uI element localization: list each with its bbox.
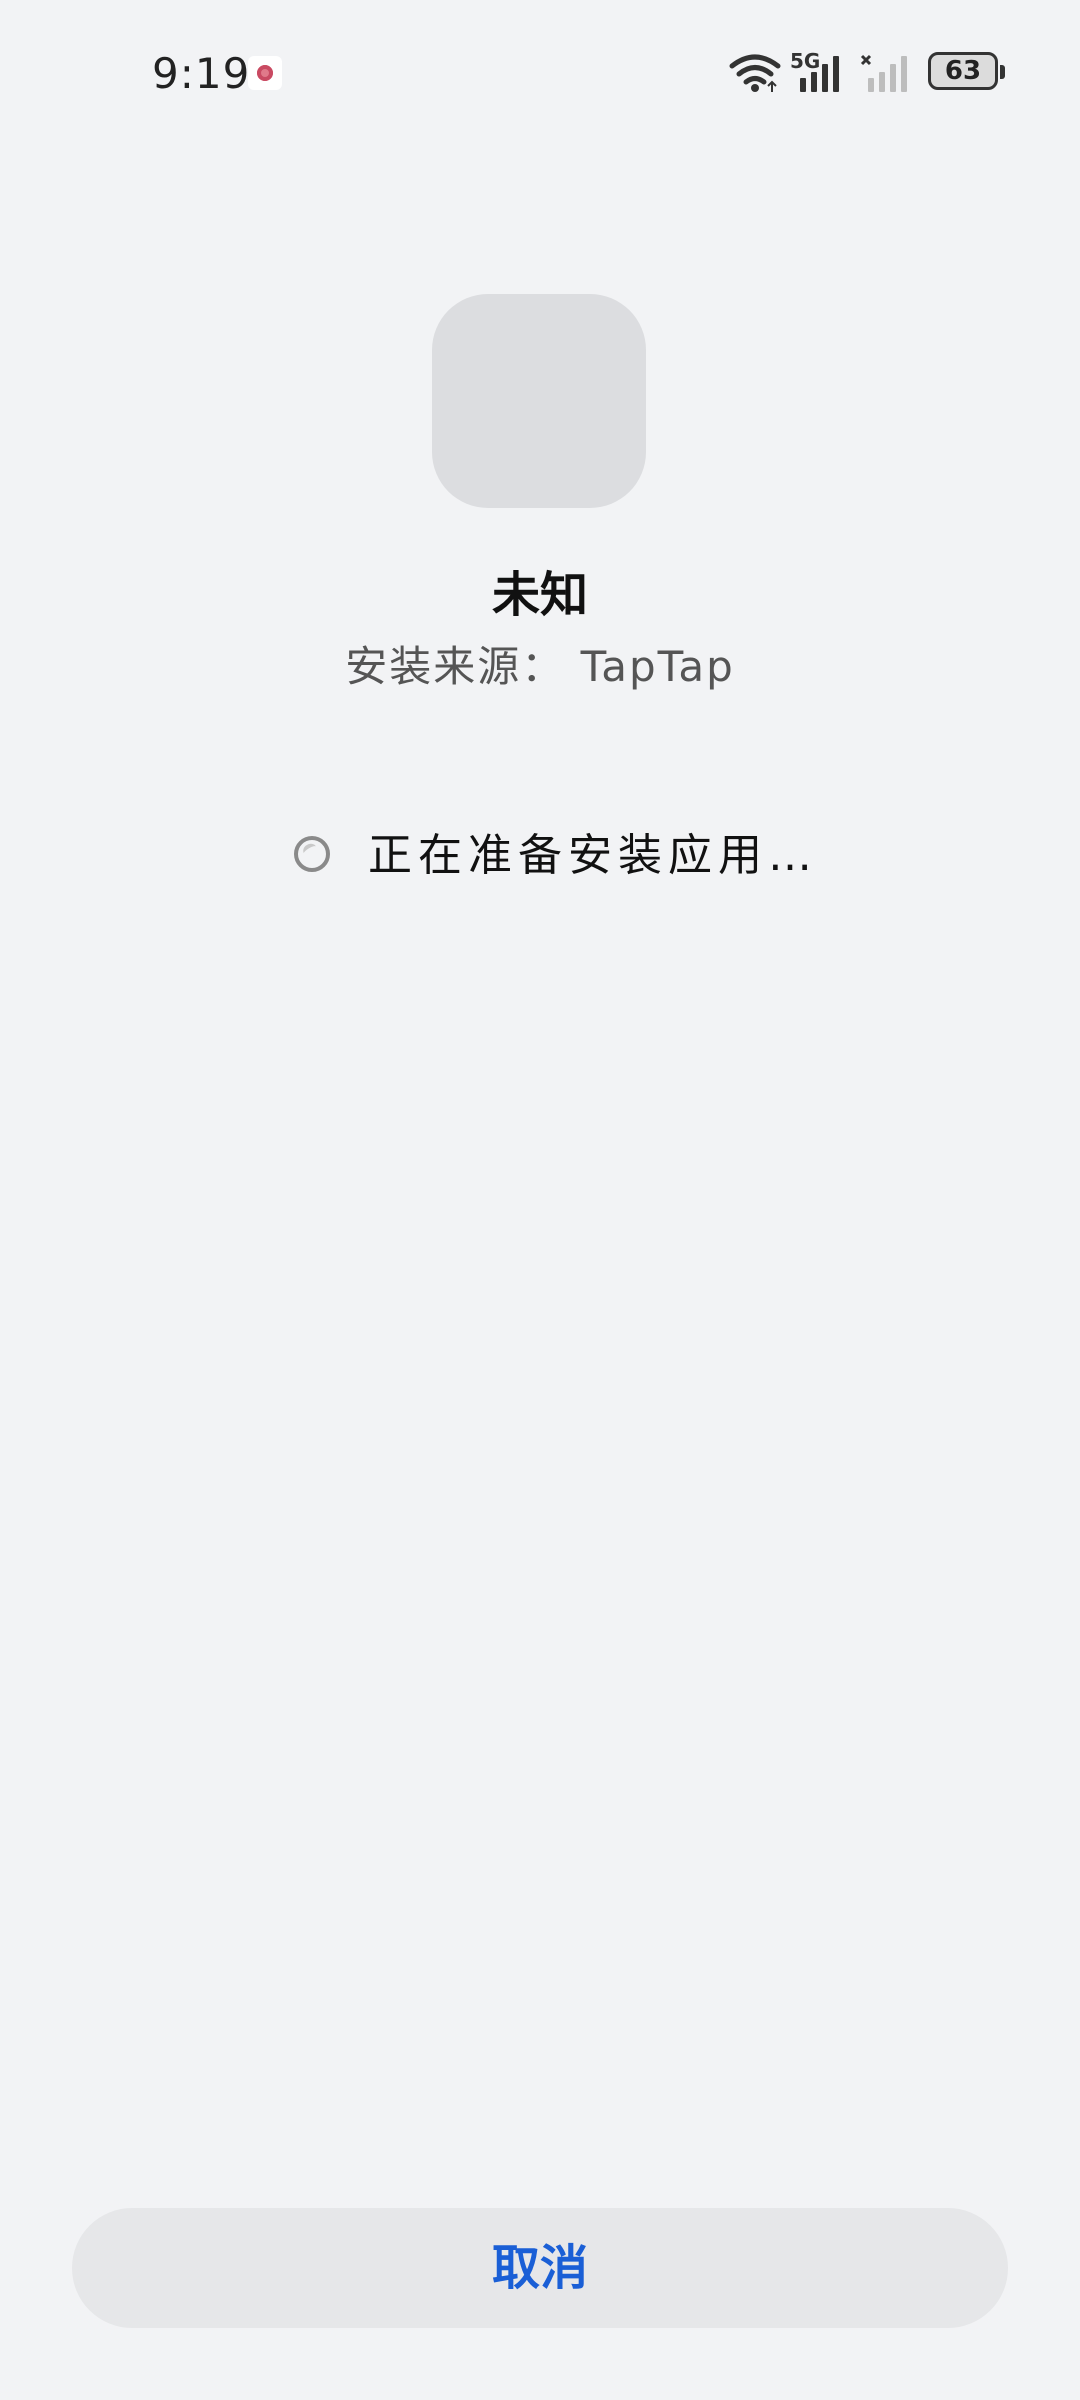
cancel-button-label: 取消 — [491, 2240, 588, 2296]
status-time: 9:19 — [152, 49, 251, 98]
battery-icon: 63 — [928, 52, 1005, 90]
status-bar: 9:19 5G 63 — [0, 0, 1080, 140]
signal-bars-icon — [800, 56, 839, 92]
battery-level: 63 — [944, 56, 982, 86]
app-icon-placeholder — [432, 294, 646, 508]
progress-status-text: 正在准备安装应用… — [368, 830, 818, 881]
install-screen: 9:19 5G 63 未知 安装来源： TapTap 正在准备安装应用… 取消 — [0, 0, 1080, 2400]
notification-app-icon — [248, 56, 282, 90]
cancel-button[interactable]: 取消 — [72, 2208, 1008, 2328]
install-progress: 正在准备安装应用… — [0, 820, 1080, 892]
signal-bars-no-service-icon — [860, 54, 907, 92]
install-source: 安装来源： TapTap — [345, 642, 735, 691]
loading-spinner-icon — [294, 836, 330, 872]
app-name: 未知 — [491, 567, 588, 623]
wifi-icon — [729, 54, 781, 92]
